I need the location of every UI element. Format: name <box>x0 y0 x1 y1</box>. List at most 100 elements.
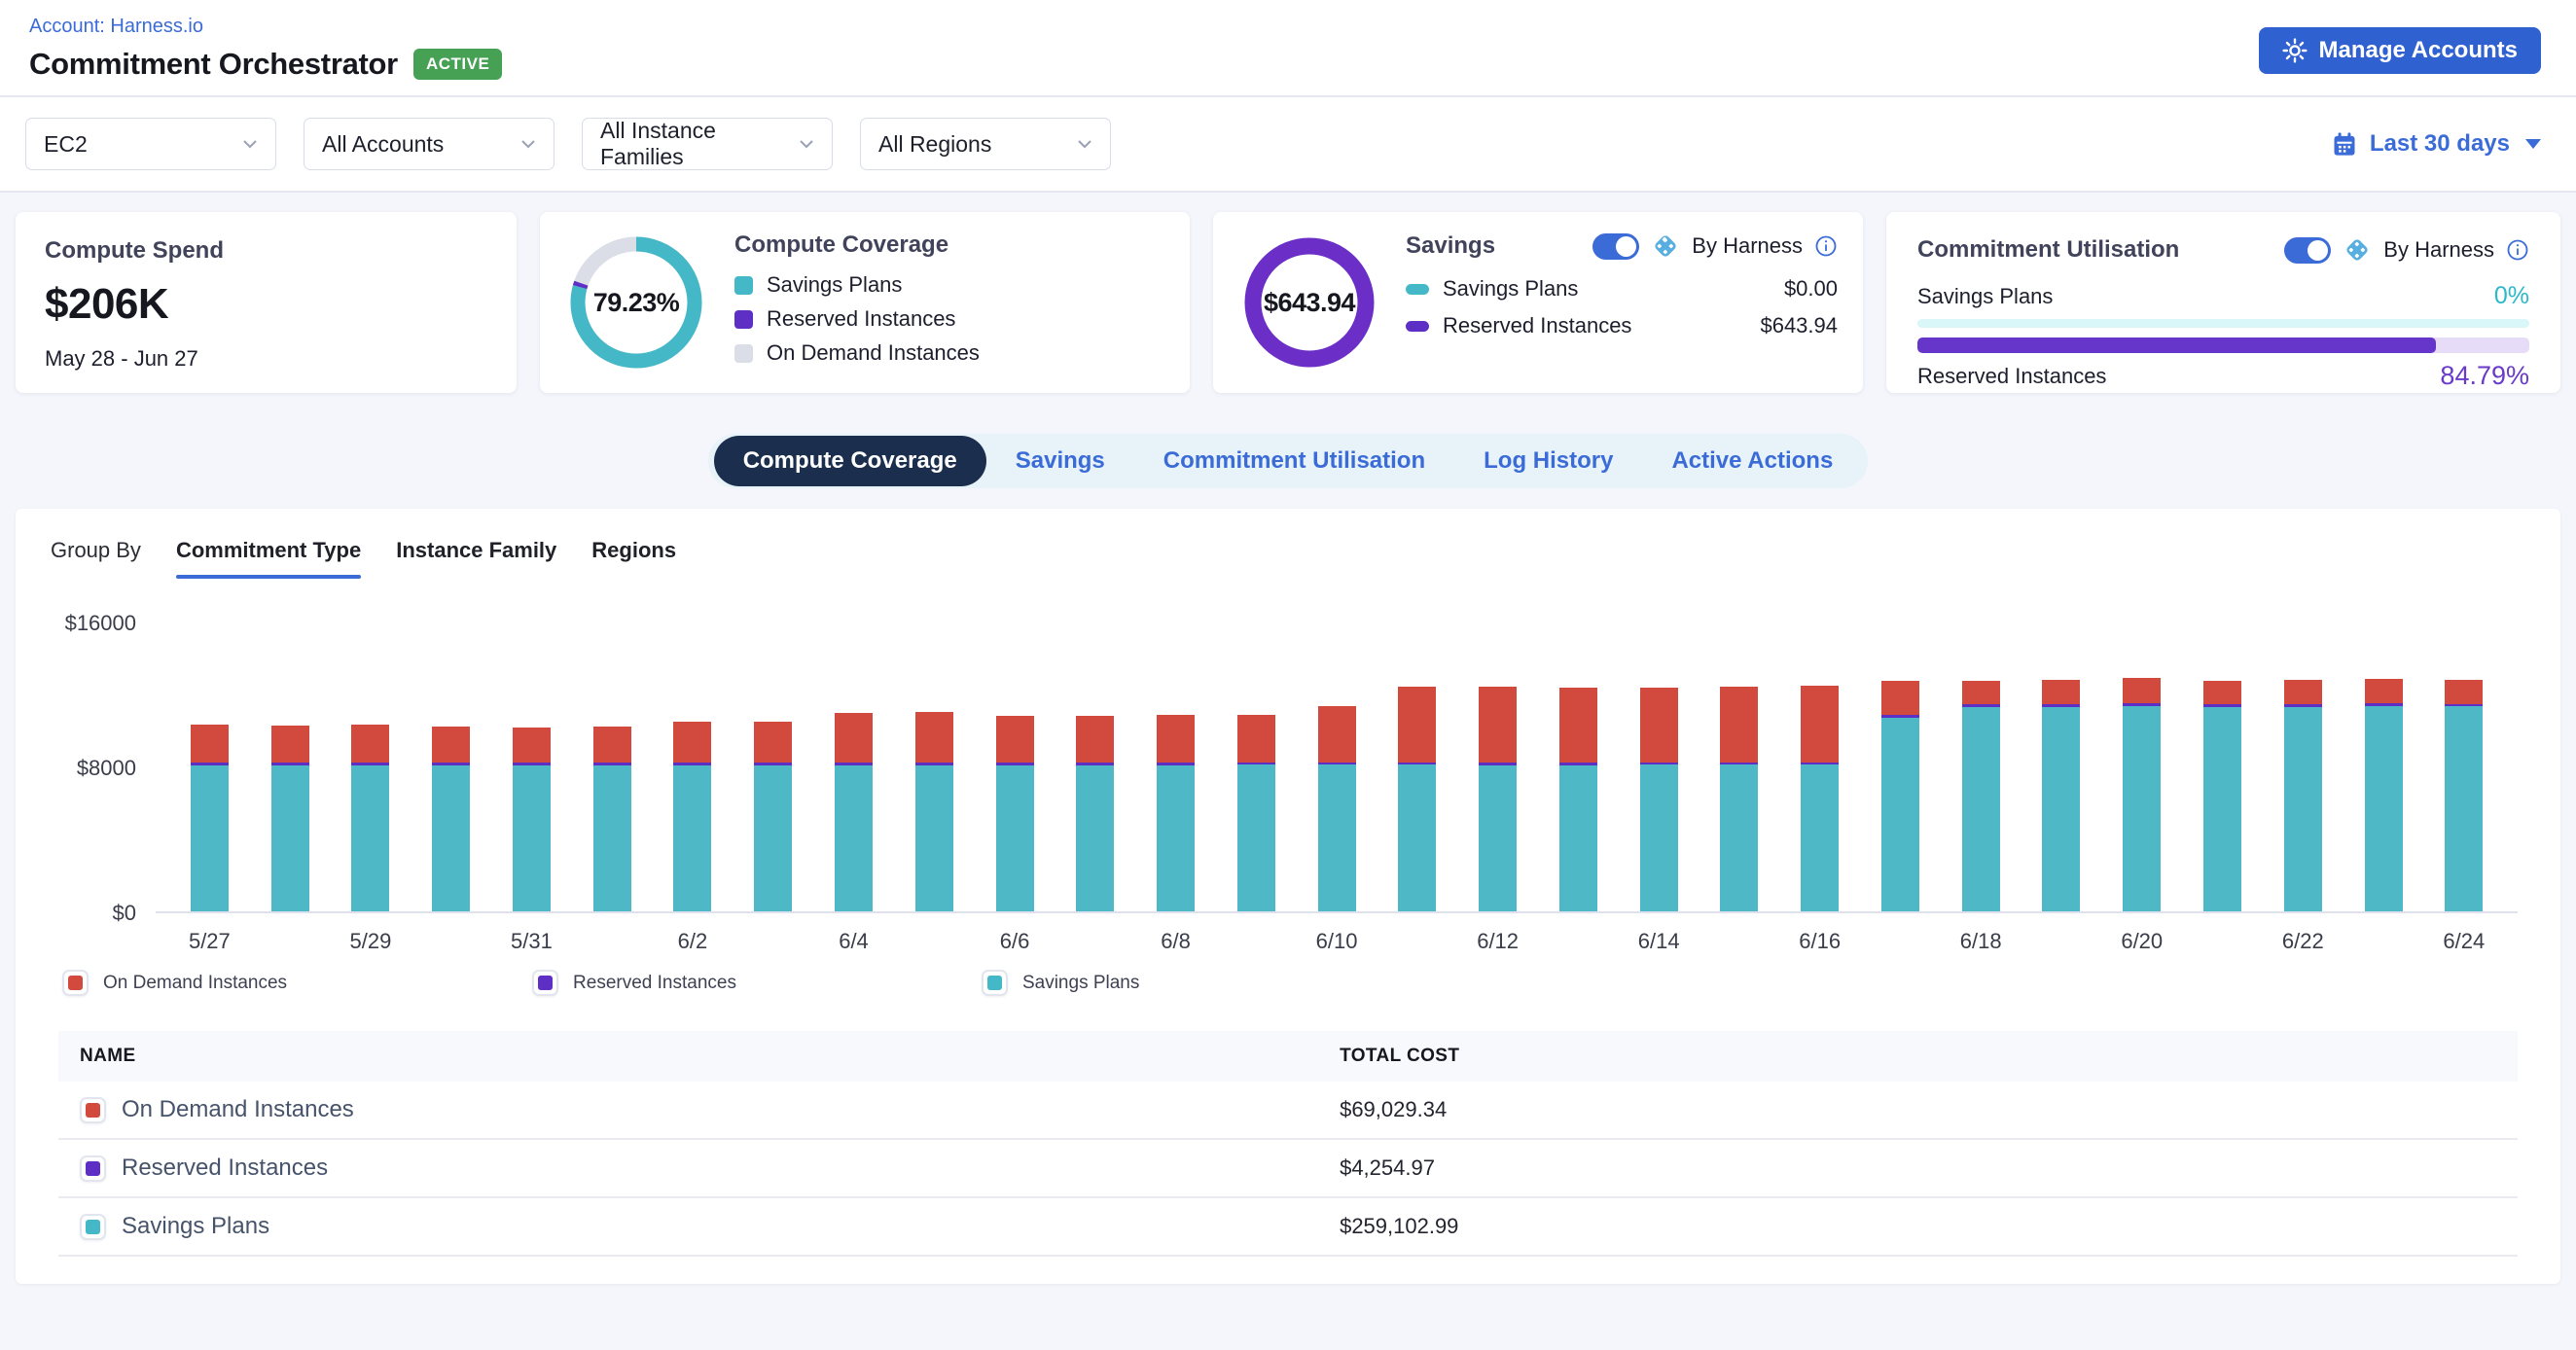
stacked-bar[interactable] <box>1881 681 1919 911</box>
stacked-bar-chart: $16000 $8000 $0 5/275/295/316/26/46/66/8… <box>54 623 2518 913</box>
info-icon[interactable] <box>1814 234 1838 258</box>
stacked-bar[interactable] <box>673 722 711 911</box>
stacked-bar[interactable] <box>1237 715 1275 911</box>
filter-bar: EC2 All Accounts All Instance Families A… <box>0 97 2576 193</box>
bar-segment <box>191 725 229 763</box>
savings-row-label: Savings Plans <box>1443 276 1578 302</box>
bar-slot <box>1377 623 1457 911</box>
bar-slot <box>1538 623 1619 911</box>
tab-commitment-utilisation[interactable]: Commitment Utilisation <box>1134 436 1454 486</box>
bar-segment <box>915 712 953 762</box>
x-tick: 5/31 <box>511 929 553 954</box>
bar-segment <box>2042 707 2080 911</box>
tab-compute-coverage[interactable]: Compute Coverage <box>714 436 986 486</box>
by-harness-toggle[interactable] <box>1592 233 1639 260</box>
bar-segment <box>1640 688 1678 763</box>
stacked-bar[interactable] <box>2203 681 2241 911</box>
bar-segment <box>1479 765 1517 911</box>
bar-segment <box>1881 718 1919 911</box>
bar-segment <box>1237 715 1275 763</box>
stacked-bar[interactable] <box>351 725 389 911</box>
bar-slot <box>411 623 491 911</box>
bar-slot <box>572 623 653 911</box>
stacked-bar[interactable] <box>1962 681 2000 911</box>
tab-active-actions[interactable]: Active Actions <box>1642 436 1862 486</box>
stacked-bar[interactable] <box>432 727 470 911</box>
date-range-picker[interactable]: Last 30 days <box>2331 130 2541 158</box>
stacked-bar[interactable] <box>2284 680 2322 911</box>
plot-area: 5/275/295/316/26/46/66/86/106/126/146/16… <box>156 623 2518 913</box>
gear-icon <box>2282 38 2308 63</box>
stacked-bar[interactable] <box>1720 687 1758 911</box>
group-by-commitment-type[interactable]: Commitment Type <box>176 536 361 579</box>
group-by-instance-family[interactable]: Instance Family <box>396 536 556 579</box>
stacked-bar[interactable] <box>1479 687 1517 911</box>
legend-label: Savings Plans <box>1022 973 1139 994</box>
stacked-bar[interactable] <box>996 716 1034 911</box>
bar-slot <box>1860 623 1941 911</box>
table-header: NAME TOTAL COST <box>58 1031 2518 1082</box>
stacked-bar[interactable] <box>2365 679 2403 911</box>
legend-swatch <box>734 310 753 329</box>
tab-log-history[interactable]: Log History <box>1454 436 1642 486</box>
bar-segment <box>673 722 711 763</box>
stacked-bar[interactable] <box>1801 686 1839 911</box>
stacked-bar[interactable] <box>593 727 631 911</box>
x-tick: 6/18 <box>1960 929 2002 954</box>
table-row[interactable]: On Demand Instances $69,029.34 <box>58 1082 2518 1140</box>
info-icon[interactable] <box>2506 238 2529 262</box>
bar-segment <box>1640 764 1678 911</box>
tab-savings[interactable]: Savings <box>986 436 1134 486</box>
stacked-bar[interactable] <box>191 725 229 911</box>
row-name: Savings Plans <box>122 1213 269 1240</box>
bar-segment <box>1398 687 1436 762</box>
bar-segment <box>835 713 873 764</box>
stacked-bar[interactable] <box>1640 688 1678 911</box>
bar-slot: 5/31 <box>491 623 572 911</box>
bar-slot <box>733 623 813 911</box>
account-breadcrumb-link[interactable]: Account: Harness.io <box>29 16 203 37</box>
bar-segment <box>2203 681 2241 704</box>
stacked-bar[interactable] <box>2123 678 2161 911</box>
stacked-bar[interactable] <box>2042 680 2080 911</box>
service-select[interactable]: EC2 <box>25 118 276 170</box>
accounts-select[interactable]: All Accounts <box>304 118 555 170</box>
savings-row-value: $643.94 <box>1760 313 1838 338</box>
manage-accounts-button[interactable]: Manage Accounts <box>2259 27 2541 74</box>
compute-spend-title: Compute Spend <box>45 237 487 265</box>
group-by-regions[interactable]: Regions <box>591 536 676 579</box>
chevron-down-icon <box>799 139 814 149</box>
chevron-down-icon <box>242 139 258 149</box>
stacked-bar[interactable] <box>1398 687 1436 911</box>
bar-segment <box>996 716 1034 763</box>
bar-segment <box>593 727 631 763</box>
by-harness-toggle[interactable] <box>2284 237 2331 264</box>
bar-segment <box>2042 680 2080 704</box>
stacked-bar[interactable] <box>835 713 873 911</box>
stacked-bar[interactable] <box>1559 688 1597 911</box>
date-range-label: Last 30 days <box>2370 130 2510 158</box>
stacked-bar[interactable] <box>271 726 309 911</box>
bar-segment <box>1801 764 1839 911</box>
section-tabs: Compute Coverage Savings Commitment Util… <box>708 434 1869 488</box>
bar-segment <box>2284 707 2322 911</box>
legend-swatch <box>80 1155 106 1182</box>
stacked-bar[interactable] <box>513 728 551 911</box>
stacked-bar[interactable] <box>1076 716 1114 912</box>
regions-select[interactable]: All Regions <box>860 118 1111 170</box>
x-tick: 6/24 <box>2443 929 2485 954</box>
bar-segment <box>2284 680 2322 704</box>
legend-label: Reserved Instances <box>767 306 955 332</box>
stacked-bar[interactable] <box>915 712 953 911</box>
table-row[interactable]: Reserved Instances $4,254.97 <box>58 1140 2518 1198</box>
table-row[interactable]: Savings Plans $259,102.99 <box>58 1198 2518 1257</box>
x-tick: 5/29 <box>349 929 391 954</box>
stacked-bar[interactable] <box>2445 680 2483 911</box>
instance-families-select[interactable]: All Instance Families <box>582 118 833 170</box>
bar-slot: 6/4 <box>813 623 894 911</box>
stacked-bar[interactable] <box>1157 715 1195 911</box>
bar-slot: 5/27 <box>169 623 250 911</box>
bar-segment <box>432 727 470 763</box>
stacked-bar[interactable] <box>1318 706 1356 911</box>
stacked-bar[interactable] <box>754 722 792 911</box>
